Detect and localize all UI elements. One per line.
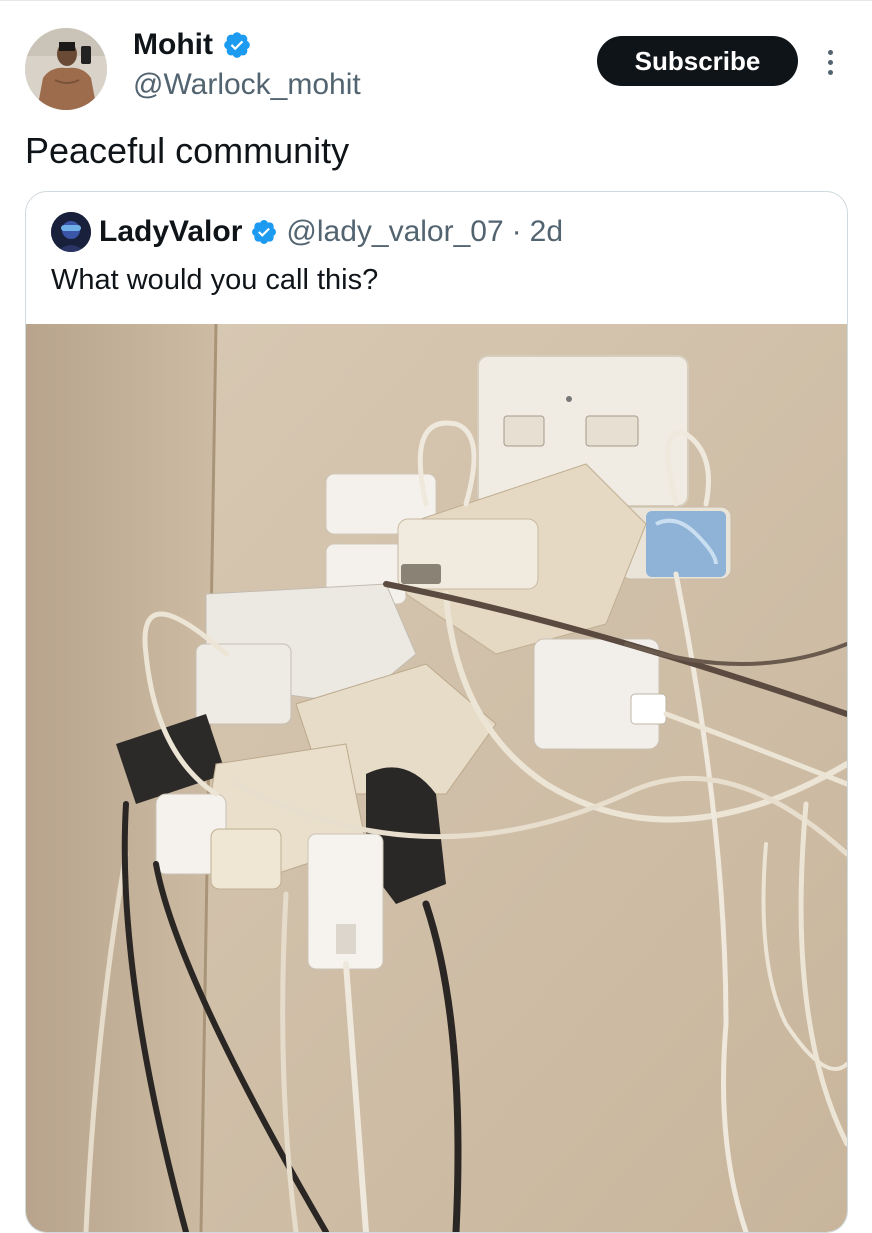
verified-badge-icon [224,32,250,58]
more-dot [827,69,833,75]
quoted-separator: · [511,215,522,248]
author-avatar[interactable] [25,28,107,110]
quoted-timestamp[interactable]: 2d [530,215,563,249]
quoted-post-header: LadyValor @lady_valor_07 · 2d [51,212,563,252]
top-divider [0,0,872,1]
verified-badge-icon [252,220,277,244]
quoted-author-avatar[interactable] [51,212,91,252]
quoted-author-name[interactable]: LadyValor [99,215,242,249]
author-handle[interactable]: @Warlock_mohit [133,68,361,102]
subscribe-button[interactable]: Subscribe [597,36,798,86]
author-name-row[interactable]: Mohit [133,28,252,62]
quoted-author-handle[interactable]: @lady_valor_07 [286,215,503,249]
more-dot [827,59,833,65]
quoted-post-card[interactable]: LadyValor @lady_valor_07 · 2d What would… [25,191,848,1233]
more-options-icon[interactable] [820,42,840,82]
author-name[interactable]: Mohit [133,28,213,62]
quoted-post-text: What would you call this? [51,264,379,296]
quoted-post-image[interactable] [26,324,847,1232]
more-dot [827,49,833,55]
post-text: Peaceful community [25,130,350,171]
